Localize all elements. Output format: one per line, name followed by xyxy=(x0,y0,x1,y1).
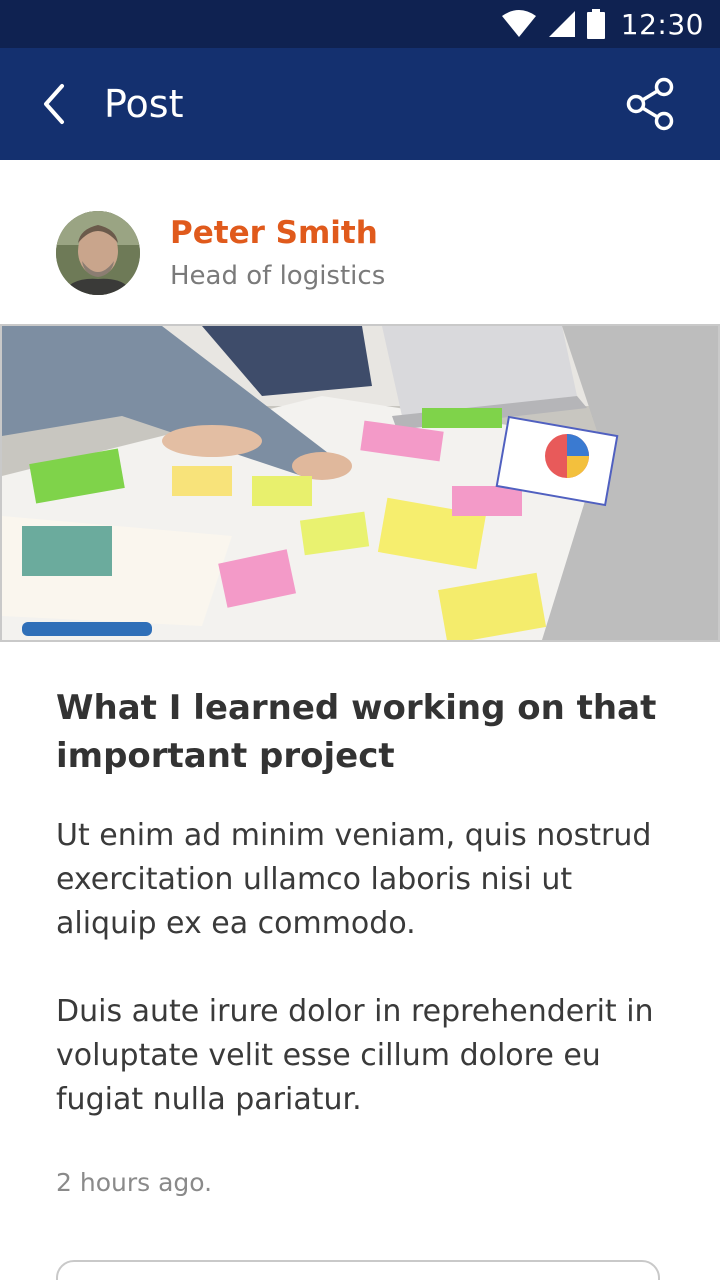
avatar-photo xyxy=(56,211,140,295)
page-title: Post xyxy=(104,82,184,126)
post-timestamp: 2 hours ago. xyxy=(56,1168,213,1197)
share-icon xyxy=(626,77,674,131)
author-role: Head of logistics xyxy=(170,261,386,291)
post-paragraph: Ut enim ad minim veniam, quis nostrud ex… xyxy=(56,818,652,941)
app-bar: Post xyxy=(0,48,720,160)
signal-icon xyxy=(548,11,575,37)
hero-image xyxy=(2,326,718,640)
post-title: What I learned working on that important… xyxy=(56,688,657,776)
post-image xyxy=(0,324,720,642)
status-bar: 12:30 xyxy=(0,0,720,48)
status-icons: 12:30 xyxy=(501,8,704,41)
author-info: Peter Smith Head of logistics xyxy=(170,215,385,291)
share-button[interactable] xyxy=(620,74,680,134)
avatar[interactable] xyxy=(56,211,140,295)
chevron-left-icon xyxy=(44,84,64,124)
author-header[interactable]: Peter Smith Head of logistics xyxy=(56,210,385,296)
back-button[interactable] xyxy=(16,48,96,160)
wifi-icon xyxy=(501,10,536,37)
post-paragraph: Duis aute irure dolor in reprehenderit i… xyxy=(56,994,654,1117)
battery-icon xyxy=(586,9,605,39)
status-time: 12:30 xyxy=(620,7,704,41)
post-body: Ut enim ad minim veniam, quis nostrud ex… xyxy=(56,814,676,1122)
author-name[interactable]: Peter Smith xyxy=(170,215,385,251)
post-action-button[interactable] xyxy=(56,1260,660,1280)
